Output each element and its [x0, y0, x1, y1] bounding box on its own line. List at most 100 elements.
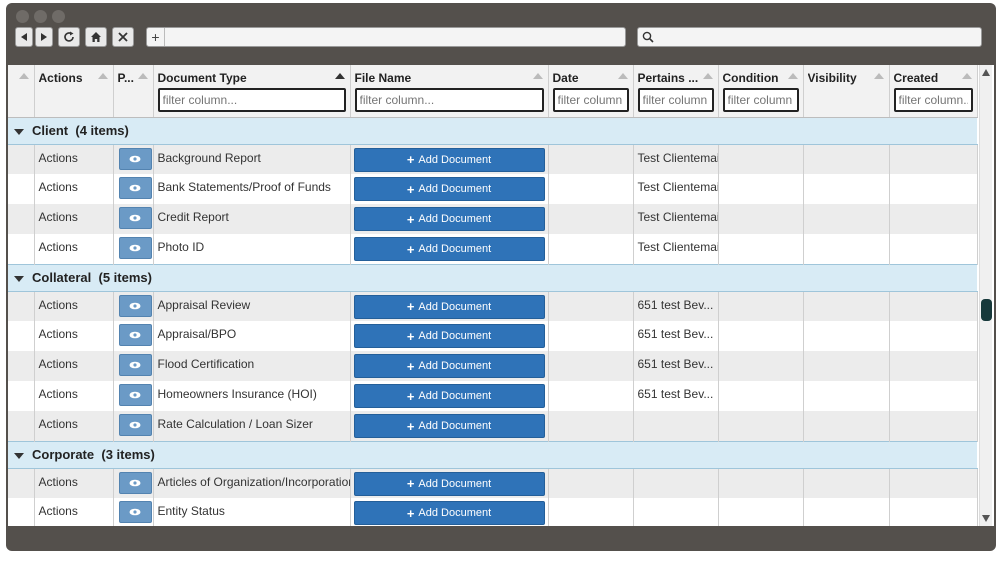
preview-button[interactable] [118, 294, 152, 317]
preview-button[interactable] [118, 471, 152, 494]
stop-button[interactable] [112, 27, 134, 47]
vertical-scrollbar[interactable] [979, 65, 992, 526]
filter-column-input[interactable] [722, 88, 799, 112]
pertains-cell [633, 411, 719, 441]
preview-button[interactable] [118, 324, 152, 346]
sort-arrow-icon[interactable] [617, 73, 628, 79]
filter-column-input[interactable] [354, 88, 544, 112]
actions-cell[interactable]: Actions [34, 321, 114, 351]
preview-button[interactable] [118, 237, 152, 259]
back-button[interactable] [15, 27, 33, 47]
browser-search-bar[interactable] [637, 27, 982, 47]
add-document-button[interactable]: + Add Document [353, 501, 545, 525]
actions-cell[interactable]: Actions [34, 234, 114, 264]
eye-icon [129, 421, 141, 429]
back-arrow-icon [21, 33, 27, 41]
preview-button[interactable] [118, 354, 152, 376]
sort-arrow-icon[interactable] [702, 73, 713, 79]
preview-button[interactable] [118, 177, 152, 199]
collapse-caret-icon[interactable] [14, 275, 24, 282]
plus-icon: + [406, 476, 415, 491]
reload-button[interactable] [58, 27, 80, 47]
grid-header-row: ActionsP...Document Type File Name DatePer… [8, 65, 978, 118]
sort-arrow-icon[interactable] [334, 73, 345, 79]
filter-column-input[interactable] [552, 88, 629, 112]
column-header-pertains[interactable]: Pertains ... [633, 65, 719, 118]
actions-cell[interactable]: Actions [34, 144, 114, 174]
new-tab-button[interactable]: + [147, 28, 165, 46]
group-header-row[interactable]: Corporate (3 items) [8, 440, 977, 469]
add-document-button[interactable]: + Add Document [353, 384, 545, 408]
eye-icon [129, 214, 141, 222]
sort-arrow-icon[interactable] [97, 73, 108, 79]
sort-arrow-icon[interactable] [873, 73, 884, 79]
preview-button[interactable] [118, 384, 152, 406]
add-document-label: Add Document [418, 243, 492, 255]
address-bar[interactable]: + [146, 27, 626, 47]
collapse-caret-icon[interactable] [14, 128, 24, 135]
grid-cell [803, 204, 890, 234]
sort-arrow-icon[interactable] [787, 73, 798, 79]
column-header-condition[interactable]: Condition [718, 65, 804, 118]
actions-cell[interactable]: Actions [34, 411, 114, 441]
add-document-button[interactable]: + Add Document [353, 147, 545, 172]
grid-cell [548, 321, 634, 351]
actions-cell[interactable]: Actions [34, 291, 114, 321]
home-button[interactable] [85, 27, 107, 47]
actions-cell[interactable]: Actions [34, 381, 114, 411]
browser-toolbar [15, 26, 136, 48]
scroll-up-arrow-icon[interactable] [982, 69, 990, 76]
window-minimize-dot[interactable] [34, 10, 47, 23]
collapse-caret-icon[interactable] [14, 452, 24, 459]
add-document-button[interactable]: + Add Document [353, 237, 545, 261]
actions-cell[interactable]: Actions [34, 498, 114, 526]
column-header-file-name[interactable]: File Name [350, 65, 549, 118]
sort-arrow-icon[interactable] [18, 73, 29, 79]
column-header-date[interactable]: Date [548, 65, 634, 118]
actions-cell[interactable]: Actions [34, 204, 114, 234]
column-header-created[interactable]: Created [889, 65, 978, 118]
window-maximize-dot[interactable] [52, 10, 65, 23]
column-header-document-type[interactable]: Document Type [153, 65, 351, 118]
actions-cell[interactable]: Actions [34, 174, 114, 204]
preview-button[interactable] [118, 207, 152, 229]
scrollbar-thumb[interactable] [981, 299, 992, 321]
preview-button[interactable] [118, 414, 152, 436]
filter-column-input[interactable] [157, 88, 346, 112]
forward-button[interactable] [35, 27, 53, 47]
add-document-button[interactable]: + Add Document [353, 324, 545, 348]
actions-cell[interactable]: Actions [34, 351, 114, 381]
scroll-down-arrow-icon[interactable] [982, 515, 990, 522]
table-row: Actions Appraisal/BPO + Add Document 651 tes… [8, 321, 978, 351]
add-document-label: Add Document [418, 420, 492, 432]
filter-column-input[interactable] [893, 88, 973, 112]
filter-column-input[interactable] [637, 88, 714, 112]
actions-cell[interactable]: Actions [34, 468, 114, 498]
plus-icon: + [406, 241, 415, 257]
pertains-cell [633, 468, 719, 498]
sort-arrow-icon[interactable] [137, 73, 148, 79]
group-count: (3 items) [101, 447, 155, 462]
add-document-button[interactable]: + Add Document [353, 471, 545, 496]
add-document-button[interactable]: + Add Document [353, 207, 545, 231]
preview-button[interactable] [118, 501, 152, 523]
column-header-selector[interactable] [8, 65, 35, 118]
add-document-button[interactable]: + Add Document [353, 294, 545, 319]
column-header-visibility[interactable]: Visibility [803, 65, 890, 118]
preview-button[interactable] [118, 147, 152, 170]
sort-arrow-icon[interactable] [532, 73, 543, 79]
eye-icon [129, 391, 141, 399]
group-header-row[interactable]: Client (4 items) [8, 116, 977, 145]
table-row: Actions Rate Calculation / Loan Sizer + Add… [8, 411, 978, 441]
column-header-p[interactable]: P... [113, 65, 154, 118]
preview-cell [113, 411, 154, 441]
add-document-button[interactable]: + Add Document [353, 177, 545, 201]
add-document-button[interactable]: + Add Document [353, 354, 545, 378]
group-header-row[interactable]: Collateral (5 items) [8, 263, 977, 292]
grid-cell [8, 468, 35, 498]
window-close-dot[interactable] [16, 10, 29, 23]
sort-arrow-icon[interactable] [961, 73, 972, 79]
column-header-actions[interactable]: Actions [34, 65, 114, 118]
add-document-button[interactable]: + Add Document [353, 414, 545, 438]
group-label: Corporate [32, 447, 95, 462]
